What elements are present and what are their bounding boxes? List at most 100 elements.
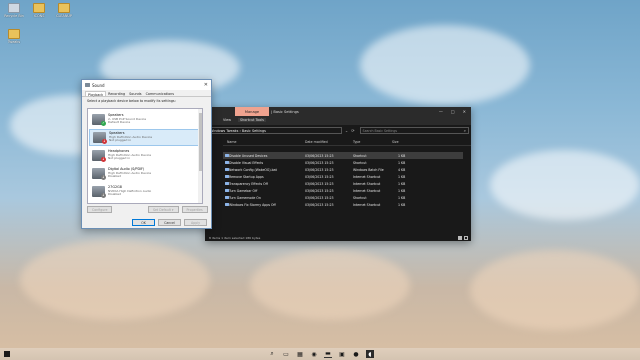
desktop-icon-folder[interactable]: CLEANUP xyxy=(53,3,75,18)
file-row[interactable]: Turn Gamebar Off 03/06/2023 15:23 Intern… xyxy=(223,187,463,194)
speaker-device-icon: ✓ xyxy=(92,114,106,126)
start-button[interactable] xyxy=(4,351,10,357)
taskbar-icons: ⌕ ▭ ▦ ◉ ▬ ▣ ● ◖ xyxy=(268,350,374,358)
dialog-tabs: Playback Recording Sounds Communications xyxy=(82,90,211,97)
recycle-bin-icon xyxy=(8,3,20,13)
file-explorer-window: Manage | Basic Settings — □ ✕ View Short… xyxy=(205,107,471,241)
file-size: 1 KB xyxy=(398,174,406,179)
configure-button[interactable]: Configure xyxy=(87,206,113,213)
minimize-icon[interactable]: — xyxy=(439,109,443,114)
folder-icon xyxy=(58,3,70,13)
file-size: 1 KB xyxy=(398,153,406,158)
edge-icon[interactable]: ◉ xyxy=(310,350,318,358)
sound-icon[interactable]: ◖ xyxy=(366,350,374,358)
chevron-down-icon[interactable]: ⌄ xyxy=(345,128,348,133)
ribbon-tab-view[interactable]: View xyxy=(223,118,231,122)
file-name: Disable Visual Effects xyxy=(229,160,264,165)
device-item[interactable]: ✓ Speakers 2- USB PnP Sound Device Defau… xyxy=(89,111,199,128)
device-status: Default Device xyxy=(108,120,131,125)
desktop-icon-label: Tweaks xyxy=(7,40,21,44)
set-default-button[interactable]: Set Default ▾ xyxy=(148,206,179,213)
desktop-icon-folder[interactable]: Tweaks xyxy=(3,29,25,44)
file-row[interactable]: Remove Startup Apps 03/06/2023 15:23 Int… xyxy=(223,173,463,180)
ok-button[interactable]: OK xyxy=(132,219,155,226)
instruction-text: Select a playback device below to modify… xyxy=(87,99,176,103)
tab-playback[interactable]: Playback xyxy=(85,91,107,97)
device-item[interactable]: ↓ Digital Audio (S/PDIF) High Definition… xyxy=(89,165,199,182)
file-type: Internet Shortcut xyxy=(353,181,381,186)
search-input[interactable]: Search Basic Settings ⌕ xyxy=(359,127,469,134)
file-date: 03/06/2023 15:23 xyxy=(305,160,334,165)
column-date-modified[interactable]: Date modified xyxy=(305,140,328,144)
unplugged-icon: ↓ xyxy=(102,139,107,144)
ribbon-tab-shortcut-tools[interactable]: Shortcut Tools xyxy=(238,118,266,122)
file-date: 03/06/2023 15:23 xyxy=(305,167,334,172)
file-row[interactable]: Windows Fix Stormy Apps Off 03/06/2023 1… xyxy=(223,201,463,208)
cloud xyxy=(490,150,640,220)
device-list-scrollbar[interactable] xyxy=(198,109,202,203)
file-date: 03/06/2023 15:23 xyxy=(305,153,334,158)
widgets-icon[interactable]: ▦ xyxy=(296,350,304,358)
address-row: Windows Tweaks › Basic Settings ⌄ ⟳ Sear… xyxy=(205,125,471,136)
column-type[interactable]: Type xyxy=(353,140,360,144)
file-size: 1 KB xyxy=(398,195,406,200)
device-item[interactable]: ↓ 27G2G8 NVIDIA High Definition Audio Di… xyxy=(89,183,199,200)
file-row[interactable]: Transparency Effects Off 03/06/2023 15:2… xyxy=(223,180,463,187)
file-size: 1 KB xyxy=(398,202,406,207)
column-size[interactable]: Size xyxy=(392,140,399,144)
file-type: Internet Shortcut xyxy=(353,202,381,207)
file-date: 03/06/2023 15:23 xyxy=(305,174,334,179)
monitor-device-icon: ↓ xyxy=(92,186,106,198)
cloud xyxy=(20,240,210,320)
file-row[interactable]: Network Config (WakeOG).bat 03/06/2023 1… xyxy=(223,166,463,173)
close-icon[interactable]: ✕ xyxy=(463,109,466,114)
details-view-icon[interactable] xyxy=(458,235,462,240)
file-name: Turn Gamemode On xyxy=(229,195,261,200)
steam-icon[interactable]: ● xyxy=(352,350,360,358)
tab-sounds[interactable]: Sounds xyxy=(127,91,143,96)
taskbar: ⌕ ▭ ▦ ◉ ▬ ▣ ● ◖ xyxy=(0,348,640,360)
file-explorer-icon[interactable]: ▬ xyxy=(324,350,332,358)
search-icon: ⌕ xyxy=(463,128,466,133)
device-item[interactable]: ↓ Headphones High Definition Audio Devic… xyxy=(89,147,199,164)
file-row[interactable]: Disable Visual Effects 03/06/2023 15:23 … xyxy=(223,159,463,166)
apply-button[interactable]: Apply xyxy=(184,219,207,226)
column-name[interactable]: Name xyxy=(227,140,236,144)
file-size: 4 KB xyxy=(398,167,406,172)
desktop-icon-folder[interactable]: ICONS xyxy=(28,3,50,18)
manage-tab[interactable]: Manage xyxy=(235,107,269,116)
window-controls: — □ ✕ xyxy=(439,107,466,116)
file-name: Turn Gamebar Off xyxy=(229,188,258,193)
cloud xyxy=(360,25,530,105)
file-type: Internet Shortcut xyxy=(353,174,381,179)
store-icon[interactable]: ▣ xyxy=(338,350,346,358)
speaker-device-icon: ↓ xyxy=(93,132,107,144)
desktop-icon-recycle-bin[interactable]: Recycle Bin xyxy=(3,3,25,18)
device-item[interactable]: ↓ Speakers High Definition Audio Device … xyxy=(89,129,199,146)
large-icons-view-icon[interactable] xyxy=(464,235,468,240)
file-row[interactable]: Turn Gamemode On 03/06/2023 15:23 Shortc… xyxy=(223,194,463,201)
file-type: Internet Shortcut xyxy=(353,188,381,193)
scrollbar-thumb[interactable] xyxy=(198,113,202,171)
tab-recording[interactable]: Recording xyxy=(106,91,127,96)
properties-button[interactable]: Properties xyxy=(181,206,208,213)
file-size: 1 KB xyxy=(398,188,406,193)
folder-icon xyxy=(33,3,45,13)
dialog-title: Sound xyxy=(92,82,105,88)
close-icon[interactable]: ✕ xyxy=(204,82,208,88)
file-row[interactable]: Disable Unused Devices 03/06/2023 15:23 … xyxy=(223,152,463,159)
address-bar[interactable]: Windows Tweaks › Basic Settings xyxy=(207,127,342,134)
refresh-icon[interactable]: ⟳ xyxy=(351,128,354,133)
cancel-button[interactable]: Cancel xyxy=(158,219,181,226)
device-status: Not plugged in xyxy=(108,156,131,161)
task-view-icon[interactable]: ▭ xyxy=(282,350,290,358)
file-name: Windows Fix Stormy Apps Off xyxy=(229,202,276,207)
device-actions-right: Set Default ▾ Properties xyxy=(148,206,208,213)
maximize-icon[interactable]: □ xyxy=(451,109,455,114)
tab-communications[interactable]: Communications xyxy=(144,91,177,96)
file-name: Network Config (WakeOG).bat xyxy=(229,167,277,172)
file-type: Shortcut xyxy=(353,153,367,158)
view-toggle xyxy=(458,235,468,240)
sound-dialog: Sound ✕ Playback Recording Sounds Commun… xyxy=(81,79,212,229)
search-icon[interactable]: ⌕ xyxy=(268,350,276,358)
